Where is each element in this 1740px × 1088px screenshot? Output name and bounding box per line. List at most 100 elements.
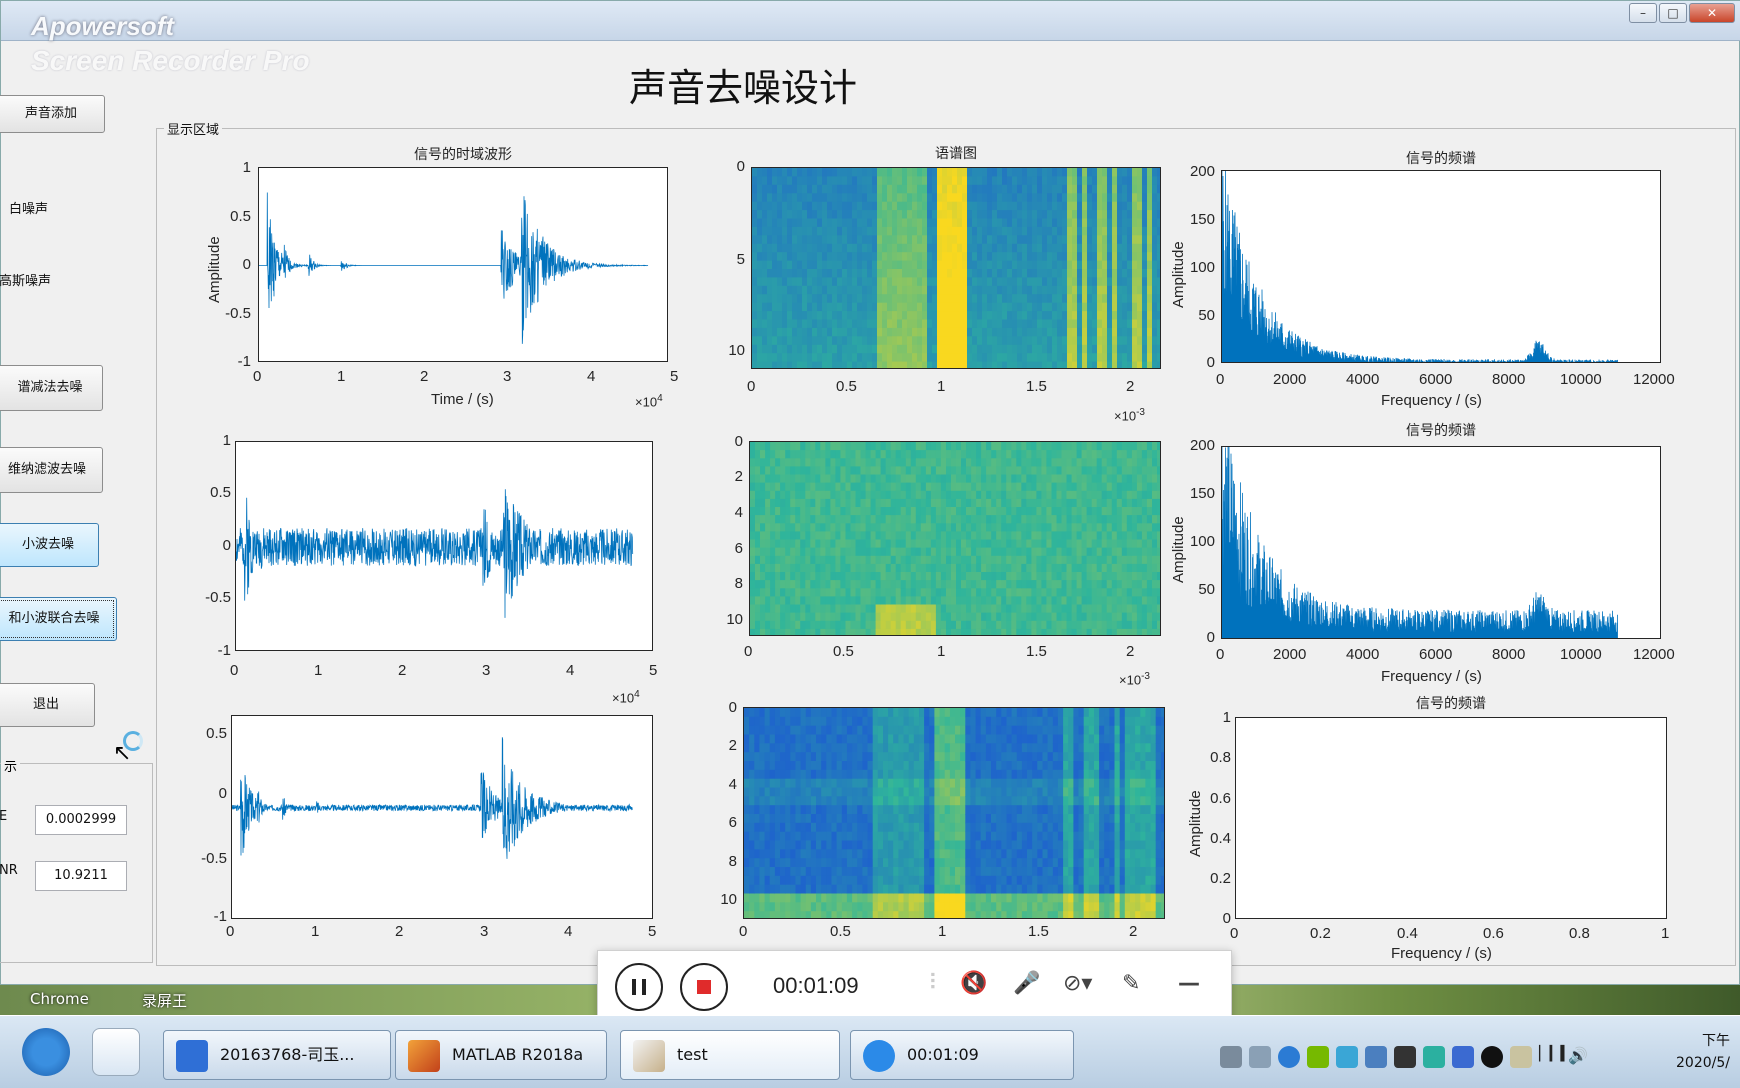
spectrogram-cell <box>872 911 879 918</box>
spectrogram-cell <box>1141 612 1148 622</box>
spectrogram-cell <box>1147 260 1153 270</box>
spectrogram-cell <box>997 193 1003 203</box>
spectrogram-cell <box>962 285 968 295</box>
spectrogram-cell <box>755 563 761 573</box>
spectrogram-cell <box>755 539 761 549</box>
spectrogram-cell <box>882 269 888 278</box>
spectrogram-cell <box>912 201 918 211</box>
combined-denoise-button[interactable]: 和小波联合去噪 <box>0 597 117 641</box>
spectrogram-cell <box>790 831 796 842</box>
spectrogram-cell <box>1077 210 1083 220</box>
spectrogram-cell <box>882 235 888 245</box>
spectrogram-cell <box>1142 226 1148 236</box>
spectrogram-cell <box>840 515 846 524</box>
spectrogram-cell <box>907 260 913 270</box>
spectrogram-cell <box>1011 498 1017 508</box>
gaussian-noise-option[interactable]: 高斯噪声 <box>0 270 51 289</box>
spectrogram-cell <box>835 482 841 492</box>
spectral-subtraction-button[interactable]: 谱减法去噪 <box>0 365 103 411</box>
spectrogram-cell <box>1041 572 1047 581</box>
spectrogram-cell <box>966 563 972 573</box>
spectrogram-cell <box>922 260 928 270</box>
spectrogram-cell <box>1006 620 1012 630</box>
white-noise-option[interactable]: 白噪声 <box>9 198 48 217</box>
spectrogram-cell <box>1026 450 1032 459</box>
spectrogram-cell <box>1041 620 1047 630</box>
spectrogram-cell <box>967 285 973 295</box>
add-sound-button[interactable]: 声音添加 <box>0 95 105 133</box>
spectrogram-cell <box>880 498 887 508</box>
spectrogram-cell <box>765 523 771 532</box>
spectrogram-cell <box>810 523 816 532</box>
spectrogram-cell <box>951 563 957 573</box>
spectrogram-cell <box>986 507 992 516</box>
spectrogram-cell <box>800 628 806 635</box>
spectrogram-cell <box>887 168 893 177</box>
spectrogram-cell <box>919 831 925 842</box>
spectrogram-cell <box>888 884 894 895</box>
spectrogram-cell <box>792 218 798 228</box>
spectrogram-cell <box>836 805 843 815</box>
spectrogram-cell <box>765 474 771 484</box>
spectrogram-cell <box>1086 498 1093 508</box>
spectrogram-cell <box>898 708 905 718</box>
minimize-button[interactable]: – <box>1629 3 1657 23</box>
spectrogram-cell <box>744 787 750 797</box>
spectrogram-cell <box>816 840 822 850</box>
spectrogram-cell <box>1047 327 1053 337</box>
spectrogram-cell <box>930 531 937 541</box>
snr-value-field[interactable]: 10.9211 <box>35 861 127 891</box>
spectrogram-cell <box>782 252 788 262</box>
spectrogram-cell <box>875 523 882 532</box>
spectrogram-cell <box>895 466 902 476</box>
spectrogram-cell <box>1046 490 1052 500</box>
spectrogram-cell <box>1076 442 1083 451</box>
spectrogram-cell <box>1002 235 1008 245</box>
mse-value-field[interactable]: 0.0002999 <box>35 805 127 835</box>
spectrogram-cell <box>1066 596 1073 606</box>
spectrogram-cell <box>862 344 868 354</box>
spectrogram-cell <box>987 210 993 220</box>
spectrogram-cell <box>957 184 963 194</box>
spectrogram-cell <box>1096 612 1103 622</box>
wiener-filter-button[interactable]: 维纳滤波去噪 <box>0 447 103 493</box>
spectrogram-cell <box>877 235 883 245</box>
maximize-button[interactable]: □ <box>1659 3 1687 23</box>
spectrogram-cell <box>1071 620 1078 630</box>
spectrogram-cell <box>1041 442 1047 451</box>
spectrogram-cell <box>1007 353 1013 363</box>
spectrogram-cell <box>842 260 848 270</box>
spectrogram-cell <box>1011 531 1017 541</box>
spectrogram-cell <box>825 498 831 508</box>
spectrogram-cell <box>880 531 887 541</box>
spectrogram-cell <box>940 547 947 557</box>
spectrogram-cell <box>986 604 992 614</box>
spectrogram-cell <box>934 884 941 895</box>
spectrogram-cell <box>800 849 807 859</box>
spectrogram-cell <box>862 893 869 903</box>
spectrogram-cell <box>908 884 915 895</box>
spectrogram-cell <box>862 814 869 824</box>
spectrogram-cell <box>836 743 843 753</box>
spectrogram-cell <box>759 796 766 806</box>
exit-button[interactable]: 退出 <box>0 683 95 727</box>
close-button[interactable]: ✕ <box>1689 3 1735 23</box>
spectrogram-cell <box>1157 507 1160 516</box>
spectrogram-cell <box>832 336 838 346</box>
wavelet-denoise-button[interactable]: 小波去噪 <box>0 523 99 567</box>
spectrogram-cell <box>922 294 928 304</box>
spectrogram-cell <box>1021 596 1027 606</box>
spectrogram-cell <box>929 814 935 824</box>
spectrogram-cell <box>857 743 863 753</box>
spectrogram-cell <box>1142 277 1148 287</box>
spectrogram-cell <box>997 226 1003 236</box>
spectrogram-cell <box>912 285 918 295</box>
spectrogram-cell <box>1026 588 1032 597</box>
spectrogram-cell <box>882 336 888 346</box>
spectrogram-cell <box>807 210 813 220</box>
spectrogram-cell <box>912 302 918 312</box>
spectrogram-cell <box>907 184 913 194</box>
spectrogram-cell <box>1157 466 1160 476</box>
spectrogram-cell <box>1022 361 1028 368</box>
spectrogram-cell <box>1091 628 1098 635</box>
